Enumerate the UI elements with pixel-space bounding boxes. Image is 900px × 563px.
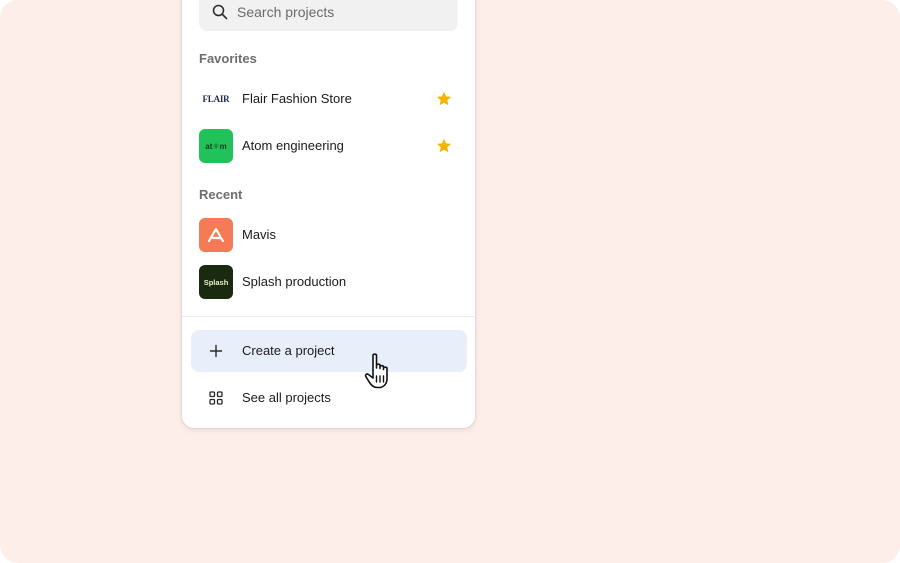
favorite-item-flair[interactable]: FLAIR Flair Fashion Store (191, 78, 467, 120)
favorite-item-atom[interactable]: at⚛m Atom engineering (191, 125, 467, 167)
star-icon[interactable] (436, 138, 452, 154)
recent-item-mavis[interactable]: Mavis (191, 214, 467, 256)
splash-logo: Splash (199, 265, 233, 299)
project-name: Flair Fashion Store (242, 91, 352, 106)
favorites-heading: Favorites (199, 51, 257, 66)
divider (182, 316, 475, 317)
recent-item-splash[interactable]: Splash Splash production (191, 261, 467, 303)
project-name: Atom engineering (242, 138, 344, 153)
atom-logo: at⚛m (199, 129, 233, 163)
grid-icon (209, 391, 223, 405)
see-all-projects-label: See all projects (242, 390, 331, 405)
flair-logo: FLAIR (199, 82, 233, 116)
see-all-projects-button[interactable]: See all projects (191, 377, 467, 419)
project-name: Splash production (242, 274, 347, 289)
search-input[interactable] (237, 0, 447, 31)
project-switcher-dropdown: Favorites FLAIR Flair Fashion Store at⚛m… (182, 0, 475, 428)
search-box[interactable] (199, 0, 458, 31)
plus-icon (209, 344, 223, 358)
star-icon[interactable] (436, 91, 452, 107)
search-icon (212, 4, 228, 20)
hand-cursor-icon (364, 353, 388, 389)
recent-heading: Recent (199, 187, 243, 202)
create-project-button[interactable]: Create a project (191, 330, 467, 372)
canvas-background: Favorites FLAIR Flair Fashion Store at⚛m… (0, 0, 900, 563)
create-project-label: Create a project (242, 343, 335, 358)
mavis-logo-icon (199, 218, 233, 252)
project-name: Mavis (242, 227, 276, 242)
